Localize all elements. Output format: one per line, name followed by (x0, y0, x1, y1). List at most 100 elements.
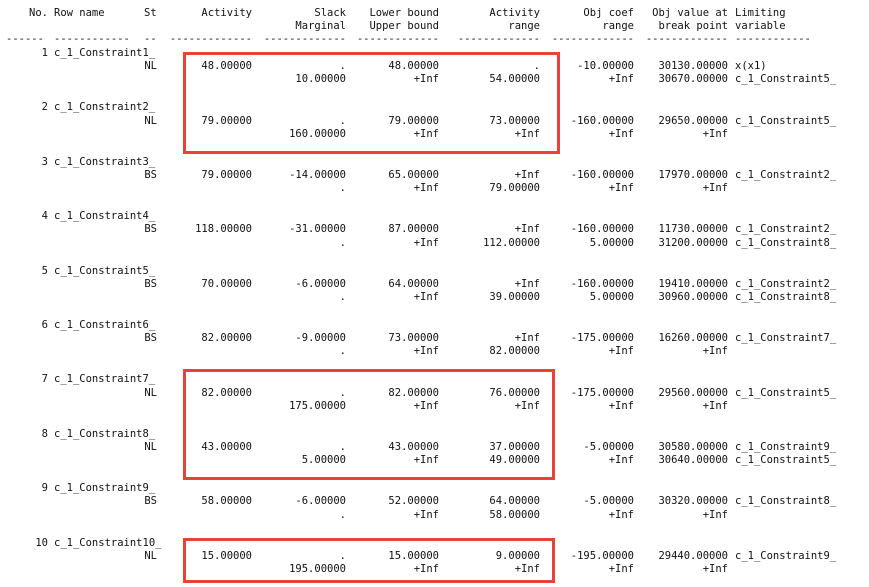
row-obj-coef-low: -5.00000 (583, 495, 634, 508)
row-obj-coef-low: -160.00000 (570, 277, 634, 290)
row-number: 9 (41, 482, 48, 495)
row-upper-bound: +Inf (413, 182, 439, 195)
row-activity: 79.00000 (201, 114, 252, 127)
header-break-point: break point (658, 20, 728, 32)
header-marginal: Marginal (295, 20, 346, 32)
row-obj-coef-low: -10.00000 (577, 60, 634, 73)
row-activity: 82.00000 (201, 332, 252, 345)
row-obj-coef-low: -175.00000 (570, 332, 634, 345)
row-activity-range-high: 112.00000 (483, 236, 540, 249)
row-status: NL (144, 386, 157, 399)
row-name: c_1_Constraint7_ (54, 373, 156, 386)
row-obj-value-high: 30960.00000 (658, 291, 728, 303)
row-obj-coef-low: -160.00000 (570, 114, 634, 127)
row-marginal: . (339, 236, 346, 249)
row-activity-range-low: +Inf (514, 277, 540, 290)
row-activity-range-high: +Inf (514, 127, 540, 140)
row-upper-bound: +Inf (413, 563, 439, 575)
row-limiting-var-low: x(x1) (735, 60, 767, 73)
row-obj-coef-low: -160.00000 (570, 169, 634, 181)
separator-objval: ------------- (645, 33, 728, 45)
row-activity-range-low: +Inf (514, 169, 540, 181)
header-activity-range-1: Activity (489, 7, 540, 19)
row-lower-bound: 43.00000 (388, 441, 439, 453)
row-marginal: 160.00000 (289, 127, 346, 140)
row-obj-coef-low: -5.00000 (583, 441, 634, 453)
row-number: 10 (35, 536, 48, 549)
row-upper-bound: +Inf (413, 73, 439, 86)
row-lower-bound: 65.00000 (388, 169, 439, 181)
row-upper-bound: +Inf (413, 291, 439, 303)
row-slack: -9.00000 (295, 332, 346, 345)
header-activity: Activity (201, 7, 252, 19)
row-obj-coef-high: +Inf (608, 345, 634, 358)
row-name: c_1_Constraint4_ (54, 210, 156, 223)
row-activity-range-high: 39.00000 (489, 291, 540, 303)
row-limiting-var-low: c_1_Constraint2_ (735, 223, 837, 236)
row-number: 2 (41, 101, 48, 114)
row-limiting-var-low: c_1_Constraint7_ (735, 332, 837, 345)
row-slack: . (339, 114, 346, 127)
row-obj-value-high: +Inf (702, 399, 728, 412)
row-activity: 15.00000 (201, 549, 252, 562)
row-obj-value-high: +Inf (702, 345, 728, 358)
row-activity-range-low: +Inf (514, 332, 540, 345)
row-limiting-var-high: c_1_Constraint8_ (735, 291, 837, 303)
row-limiting-var-high: c_1_Constraint5_ (735, 454, 837, 467)
row-number: 5 (41, 264, 48, 277)
row-activity-range-low: 76.00000 (489, 386, 540, 399)
row-obj-value-high: +Inf (702, 508, 728, 521)
row-lower-bound: 52.00000 (388, 495, 439, 508)
row-number: 7 (41, 373, 48, 386)
row-obj-value-high: 31200.00000 (658, 236, 728, 249)
row-limiting-var-low: c_1_Constraint9_ (735, 549, 837, 562)
row-status: NL (144, 60, 157, 73)
row-slack: . (339, 441, 346, 453)
header-upper-bound: Upper bound (369, 20, 439, 32)
row-slack: -14.00000 (289, 169, 346, 181)
row-activity-range-low: 37.00000 (489, 441, 540, 453)
row-activity-range-low: +Inf (514, 223, 540, 236)
row-slack: -31.00000 (289, 223, 346, 236)
separator-bound: ------------- (356, 33, 439, 45)
row-status: NL (144, 114, 157, 127)
row-slack: . (339, 386, 346, 399)
row-name: c_1_Constraint5_ (54, 264, 156, 277)
row-marginal: . (339, 182, 346, 195)
row-status: BS (144, 223, 157, 236)
row-number: 3 (41, 155, 48, 168)
row-upper-bound: +Inf (413, 399, 439, 412)
row-obj-value-high: +Inf (702, 182, 728, 195)
row-activity: 43.00000 (201, 441, 252, 453)
row-number: 6 (41, 319, 48, 331)
row-lower-bound: 87.00000 (388, 223, 439, 236)
row-number: 1 (41, 47, 48, 59)
row-marginal: 175.00000 (289, 399, 346, 412)
row-activity-range-high: 54.00000 (489, 73, 540, 86)
row-slack: . (339, 60, 346, 73)
separator-no: ------ (6, 33, 44, 45)
row-activity-range-low: . (533, 60, 540, 73)
row-obj-value-high: 30640.00000 (658, 454, 728, 467)
row-activity-range-low: 64.00000 (489, 495, 540, 508)
row-upper-bound: +Inf (413, 127, 439, 140)
row-activity: 79.00000 (201, 169, 252, 181)
row-marginal: . (339, 345, 346, 358)
row-obj-coef-low: -160.00000 (570, 223, 634, 236)
row-name: c_1_Constraint9_ (54, 482, 156, 495)
row-obj-coef-high: +Inf (608, 399, 634, 412)
header-obj-coef-range: range (602, 20, 634, 32)
row-lower-bound: 15.00000 (388, 549, 439, 562)
row-obj-coef-high: 5.00000 (589, 236, 634, 249)
header-no: No. (29, 7, 48, 19)
row-upper-bound: +Inf (413, 508, 439, 521)
row-status: NL (144, 549, 157, 562)
row-upper-bound: +Inf (413, 345, 439, 358)
row-obj-coef-high: +Inf (608, 508, 634, 521)
row-activity: 58.00000 (201, 495, 252, 508)
row-activity: 82.00000 (201, 386, 252, 399)
row-lower-bound: 48.00000 (388, 60, 439, 73)
row-obj-value-low: 29440.00000 (658, 549, 728, 562)
separator-range: ------------- (457, 33, 540, 45)
row-limiting-var-low: c_1_Constraint5_ (735, 386, 837, 399)
